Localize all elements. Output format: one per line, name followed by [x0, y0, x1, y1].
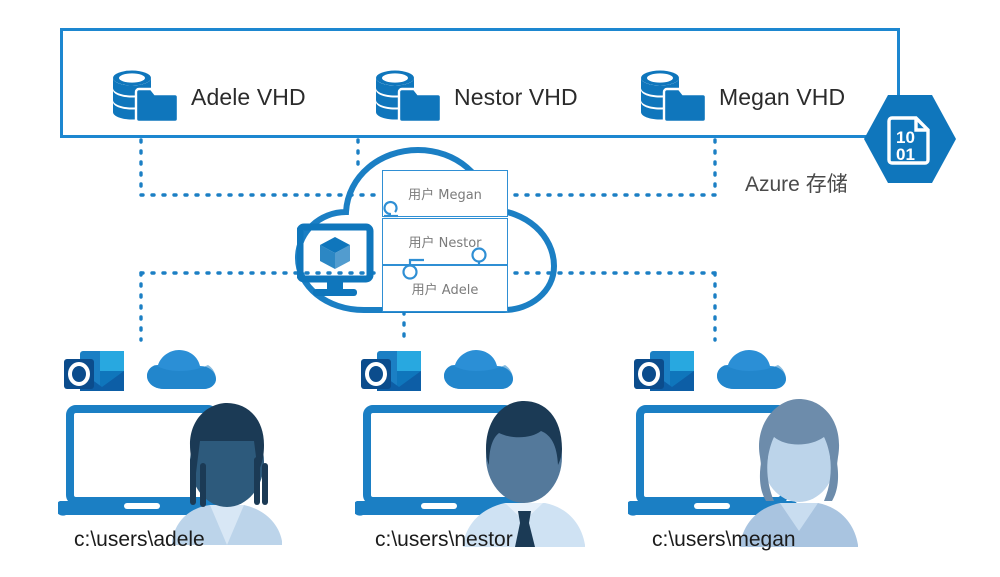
diagram-canvas: Adele VHD Nestor VHD Megan VHD 10 01 Azu…	[0, 0, 1000, 577]
svg-text:01: 01	[896, 145, 915, 164]
storage-container: Adele VHD Nestor VHD Megan VHD	[60, 28, 900, 138]
vhd-item-megan: Megan VHD	[633, 69, 845, 125]
vhd-label: Megan VHD	[719, 83, 846, 110]
person-avatar-icon	[463, 401, 585, 547]
database-folder-icon	[633, 69, 705, 125]
vhd-item-adele: Adele VHD	[105, 69, 306, 125]
database-folder-icon	[368, 69, 440, 125]
outlook-icon	[634, 351, 694, 391]
onedrive-cloud-icon	[444, 350, 513, 389]
profile-card-label: 用户 Megan	[408, 188, 482, 203]
azure-storage-hexagon-icon: 10 01	[862, 93, 958, 185]
onedrive-cloud-icon	[147, 350, 216, 389]
onedrive-cloud-icon	[717, 350, 786, 389]
vhd-item-nestor: Nestor VHD	[368, 69, 578, 125]
person-avatar-icon	[740, 399, 858, 547]
vhd-label: Nestor VHD	[454, 83, 578, 110]
connector-loop-icon	[383, 200, 398, 218]
user-path-label-adele: c:\users\adele	[74, 528, 205, 551]
database-folder-icon	[105, 69, 177, 125]
azure-storage-label-cn: 存储	[805, 173, 848, 196]
user-path-label-megan: c:\users\megan	[652, 528, 796, 551]
user-path-label-nestor: c:\users\nestor	[375, 528, 513, 551]
azure-storage-label-en: Azure	[745, 173, 800, 196]
connector-loop-icon	[402, 258, 424, 280]
virtual-machine-monitor-icon	[297, 223, 379, 301]
outlook-icon	[361, 351, 421, 391]
person-avatar-icon	[172, 403, 282, 545]
vhd-label: Adele VHD	[191, 83, 306, 110]
outlook-icon	[64, 351, 124, 391]
azure-storage-label: Azure 存储	[745, 168, 848, 198]
